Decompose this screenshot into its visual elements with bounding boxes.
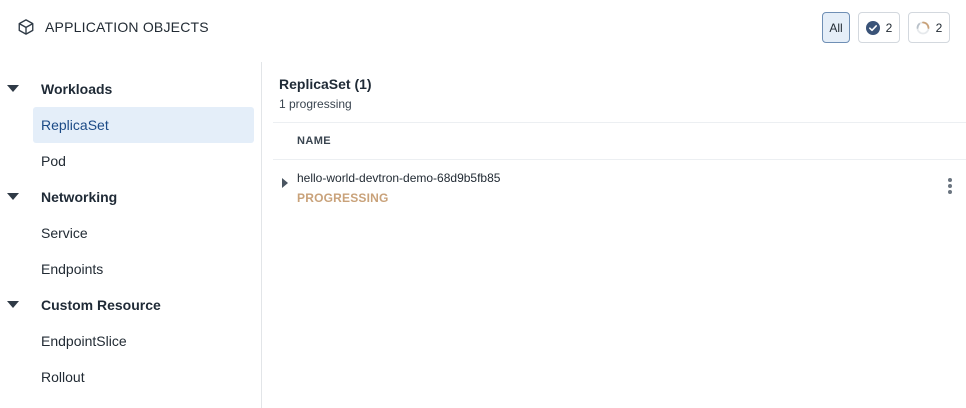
progressing-spinner-icon [916, 21, 930, 34]
status-badge: PROGRESSING [297, 191, 389, 205]
sidebar-item-endpoints[interactable]: Endpoints [33, 251, 254, 287]
resource-name: hello-world-devtron-demo-68d9b5fb85 [297, 171, 501, 185]
sidebar-group-label: Networking [41, 189, 118, 205]
caret-down-icon [7, 301, 19, 308]
sidebar-group-label: Workloads [41, 81, 113, 97]
sidebar-group-networking[interactable]: Networking [0, 179, 262, 215]
resource-summary: 1 progressing [279, 97, 352, 111]
filter-progressing-button[interactable]: 2 [908, 12, 950, 43]
sidebar-item-endpointslice[interactable]: EndpointSlice [33, 323, 254, 359]
progressing-count: 2 [935, 20, 943, 35]
sidebar-item-label: Rollout [41, 369, 85, 385]
filter-healthy-button[interactable]: 2 [858, 12, 900, 43]
sidebar-item-label: Endpoints [41, 261, 104, 277]
sidebar-item-rollout[interactable]: Rollout [33, 359, 254, 395]
sidebar-item-label: Service [41, 225, 88, 241]
healthy-check-icon [865, 20, 880, 35]
column-header-name: NAME [297, 135, 331, 147]
resource-title: ReplicaSet (1) [279, 76, 372, 92]
table-row[interactable]: hello-world-devtron-demo-68d9b5fb85 PROG… [273, 160, 966, 212]
sidebar-item-pod[interactable]: Pod [33, 143, 254, 179]
sidebar-item-label: EndpointSlice [41, 333, 127, 349]
sidebar-item-label: ReplicaSet [41, 117, 109, 133]
divider [273, 122, 966, 123]
filter-all-label: All [829, 20, 843, 35]
page-title: APPLICATION OBJECTS [45, 19, 209, 35]
sidebar-group-custom-resource[interactable]: Custom Resource [0, 287, 262, 323]
filter-all-button[interactable]: All [822, 12, 850, 43]
more-options-icon[interactable] [946, 178, 954, 196]
sidebar-item-label: Pod [41, 153, 66, 169]
main-panel: ReplicaSet (1) 1 progressing NAME hello-… [263, 62, 966, 408]
healthy-count: 2 [885, 20, 893, 35]
sidebar-item-replicaset[interactable]: ReplicaSet [33, 107, 254, 143]
caret-down-icon [7, 193, 19, 200]
sidebar-item-service[interactable]: Service [33, 215, 254, 251]
sidebar-group-label: Custom Resource [41, 297, 161, 313]
expand-caret-icon[interactable] [282, 178, 288, 188]
status-filters: All 2 2 [822, 12, 950, 43]
sidebar-group-workloads[interactable]: Workloads [0, 71, 262, 107]
sidebar: Workloads ReplicaSet Pod Networking Serv… [0, 62, 262, 408]
caret-down-icon [7, 85, 19, 92]
header: APPLICATION OBJECTS All 2 2 [0, 0, 966, 58]
cube-icon [18, 19, 34, 35]
